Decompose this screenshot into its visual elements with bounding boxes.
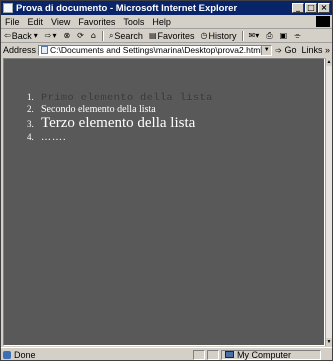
mail-icon: ✉▾ [248, 31, 260, 40]
window-title: Prova di documento - Microsoft Internet … [16, 2, 238, 14]
forward-arrow-icon: ⇨ [44, 31, 52, 40]
search-button[interactable]: ⌕ Search [106, 31, 146, 41]
status-cell [207, 349, 219, 360]
ordered-list: 1. Primo elemento della lista 2. Secondo… [27, 92, 213, 143]
toolbar-separator [241, 30, 244, 41]
ie-page-icon [3, 350, 11, 359]
status-text: Done [14, 349, 36, 360]
discuss-button[interactable]: ⌯ [291, 31, 304, 41]
status-text-panel: Done [1, 350, 193, 360]
document-icon [3, 3, 13, 13]
refresh-button[interactable]: ⟳ [74, 31, 88, 40]
menu-tools[interactable]: Tools [119, 17, 148, 27]
favorites-button[interactable]: ▤ Favorites [146, 31, 198, 41]
back-label: Back [11, 30, 32, 41]
page-icon [41, 46, 49, 54]
menu-file[interactable]: File [1, 17, 24, 27]
chevron-down-icon[interactable]: ▼ [261, 45, 272, 55]
back-button[interactable]: ⇦ Back ▾ [1, 31, 42, 41]
close-button[interactable]: × [318, 3, 330, 13]
browser-window: Prova di documento - Microsoft Internet … [0, 0, 333, 361]
go-arrow-icon: ➩ [275, 46, 282, 55]
links-label: Links [301, 45, 323, 55]
menu-edit[interactable]: Edit [24, 17, 48, 27]
list-item-text: Secondo elemento della lista [41, 104, 156, 115]
scroll-up-button[interactable]: ▲ [326, 58, 332, 66]
favorites-icon: ▤ [148, 31, 157, 40]
vertical-scrollbar[interactable]: ▲ ▼ [325, 58, 332, 346]
list-number: 4. [27, 132, 34, 142]
stop-button[interactable]: ⊗ [60, 31, 74, 40]
computer-icon [225, 351, 234, 358]
title-bar[interactable]: Prova di documento - Microsoft Internet … [1, 1, 332, 15]
history-icon: ◷ [200, 31, 208, 40]
history-button[interactable]: ◷ History [198, 31, 240, 41]
search-label: Search [114, 30, 143, 41]
toolbar-separator [101, 30, 104, 41]
links-button[interactable]: Links » [299, 45, 332, 55]
list-number: 1. [27, 92, 34, 102]
standard-toolbar: ⇦ Back ▾ ⇨ ▾ ⊗ ⟳ ⌂ ⌕ Search ▤ Favorites … [1, 29, 332, 43]
stop-icon: ⊗ [63, 31, 71, 40]
list-item: 3. Terzo elemento della lista [27, 115, 213, 132]
print-icon: ⎙ [266, 30, 273, 40]
menu-help[interactable]: Help [148, 17, 175, 27]
list-item: 1. Primo elemento della lista [27, 92, 213, 104]
home-icon: ⌂ [90, 31, 96, 40]
discuss-icon: ⌯ [294, 30, 301, 40]
security-zone: My Computer [221, 349, 321, 360]
address-value: C:\Documents and Settings\marina\Desktop… [50, 45, 262, 55]
scroll-down-button[interactable]: ▼ [326, 338, 332, 346]
list-item: 4. ……. [27, 132, 213, 143]
search-icon: ⌕ [108, 30, 114, 40]
list-number: 3. [27, 119, 34, 129]
minimize-button[interactable]: _ [292, 3, 304, 13]
home-button[interactable]: ⌂ [88, 31, 100, 40]
go-label: Go [284, 45, 297, 55]
back-arrow-icon: ⇦ [4, 31, 11, 40]
address-input[interactable]: C:\Documents and Settings\marina\Desktop… [38, 44, 273, 56]
list-item-text: Primo elemento della lista [41, 92, 213, 104]
address-bar: Address C:\Documents and Settings\marina… [1, 43, 332, 57]
list-item-text: Terzo elemento della lista [41, 115, 196, 131]
list-number: 2. [27, 104, 34, 114]
print-button[interactable]: ⎙ [263, 31, 276, 41]
zone-label: My Computer [237, 349, 292, 360]
edit-icon: ▣ [279, 31, 288, 40]
list-item: 2. Secondo elemento della lista [27, 104, 213, 115]
status-cell [193, 349, 205, 360]
menu-view[interactable]: View [47, 17, 74, 27]
status-bar: Done My Computer [1, 347, 332, 360]
edit-button[interactable]: ▣ [277, 31, 292, 40]
windows-logo-icon [316, 16, 330, 27]
chevron-right-icon: » [324, 45, 330, 55]
chevron-down-icon: ▾ [52, 31, 57, 40]
history-label: History [208, 30, 237, 41]
list-item-text: ……. [41, 132, 67, 143]
refresh-icon: ⟳ [77, 31, 84, 40]
forward-button[interactable]: ⇨ ▾ [42, 31, 61, 40]
favorites-label: Favorites [157, 30, 195, 41]
mail-button[interactable]: ✉▾ [246, 31, 264, 40]
go-button[interactable]: ➩ Go [272, 45, 299, 55]
chevron-down-icon: ▾ [33, 31, 38, 40]
page-content: 1. Primo elemento della lista 2. Secondo… [3, 58, 325, 346]
menu-bar: File Edit View Favorites Tools Help [1, 16, 332, 29]
address-label: Address [3, 45, 37, 55]
menu-favorites[interactable]: Favorites [74, 17, 119, 27]
maximize-button[interactable]: □ [305, 3, 317, 13]
